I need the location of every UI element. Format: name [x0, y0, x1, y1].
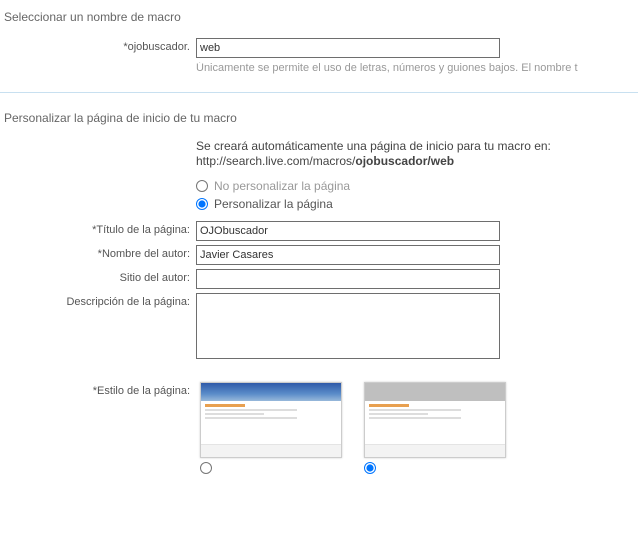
- section-macro-name-title: Seleccionar un nombre de macro: [4, 10, 634, 24]
- style-radio-gray[interactable]: [364, 462, 376, 474]
- author-name-label: *Nombre del autor:: [4, 245, 196, 260]
- macro-name-label: *ojobuscador.: [4, 38, 196, 53]
- style-thumbnail-blue[interactable]: [200, 382, 342, 458]
- style-thumbnail-gray[interactable]: [364, 382, 506, 458]
- macro-name-hint: Únicamente se permite el uso de letras, …: [196, 62, 634, 74]
- author-site-label: Sitio del autor:: [4, 269, 196, 284]
- radio-customize[interactable]: [196, 198, 208, 210]
- info-url-bold: ojobuscador/web: [355, 154, 454, 168]
- radio-no-customize-label: No personalizar la página: [214, 179, 350, 193]
- page-description-input[interactable]: [196, 293, 500, 359]
- author-site-input[interactable]: [196, 269, 500, 289]
- style-radio-blue[interactable]: [200, 462, 212, 474]
- section-divider: [0, 92, 638, 93]
- info-url-prefix: http://search.live.com/macros/: [196, 154, 355, 168]
- page-style-label: *Estilo de la página:: [4, 382, 196, 397]
- macro-name-input[interactable]: [196, 38, 500, 58]
- page-title-input[interactable]: [196, 221, 500, 241]
- auto-page-info: Se creará automáticamente una página de …: [196, 139, 634, 169]
- radio-no-customize-row: No personalizar la página: [196, 179, 634, 193]
- radio-customize-label: Personalizar la página: [214, 197, 333, 211]
- author-name-input[interactable]: [196, 245, 500, 265]
- info-line1: Se creará automáticamente una página de …: [196, 139, 551, 153]
- radio-no-customize[interactable]: [196, 180, 208, 192]
- page-description-label: Descripción de la página:: [4, 293, 196, 308]
- macro-name-row: *ojobuscador.: [4, 38, 634, 58]
- page-title-label: *Título de la página:: [4, 221, 196, 236]
- radio-customize-row: Personalizar la página: [196, 197, 634, 211]
- section-customize-title: Personalizar la página de inicio de tu m…: [4, 111, 634, 125]
